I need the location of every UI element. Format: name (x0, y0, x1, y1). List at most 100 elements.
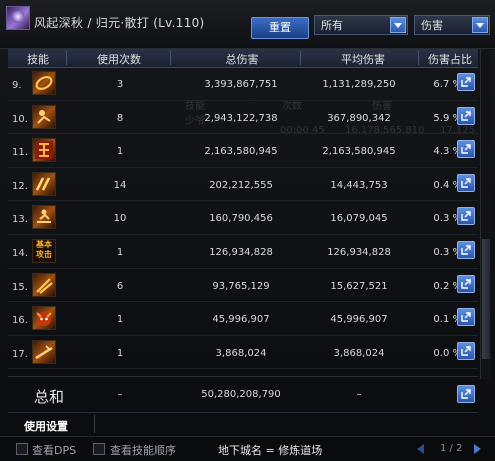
average-damage: 3,868,024 (333, 347, 385, 359)
total-damage: 202,212,555 (209, 179, 273, 191)
total-damage: 2,943,122,738 (204, 112, 278, 124)
metric-select-value: 伤害 (421, 19, 443, 32)
uses-count: 14 (113, 179, 127, 191)
export-icon (461, 389, 471, 399)
show-dps-label: 查看DPS (32, 444, 77, 457)
average-damage: 126,934,828 (327, 246, 391, 258)
scrollbar[interactable] (480, 49, 491, 379)
staff-strike-icon (32, 339, 56, 364)
show-order-label: 查看技能顺序 (110, 444, 176, 457)
average-damage: 15,627,521 (330, 280, 388, 292)
spin-kick-icon (32, 104, 56, 129)
claw-slash-icon (32, 272, 56, 297)
col-avg[interactable]: 平均伤害 (308, 51, 418, 67)
uses-count: 1 (116, 314, 124, 326)
table-row: 14. 基本 攻击 1 126,934,828 126,934,828 0.3 % (8, 235, 478, 269)
demon-face-icon (32, 306, 56, 331)
next-page-icon[interactable] (470, 442, 484, 456)
prev-page-icon[interactable] (414, 442, 428, 456)
dash-strike-icon (32, 171, 56, 196)
average-damage: 367,890,342 (327, 112, 391, 124)
export-icon (461, 77, 471, 87)
table-row: 17. 1 3,868,024 3,868,024 0.0 % (8, 336, 478, 370)
col-uses[interactable]: 使用次数 (84, 51, 154, 67)
share-button[interactable] (457, 274, 475, 293)
settings-button[interactable]: 使用设置 (24, 418, 68, 434)
skill-damage-table: 9. 3 3,393,867,751 1,131,289,250 6.7 % 10. 8 2,… (8, 67, 478, 370)
total-row: 总和 – 50,280,208,790 – (8, 376, 478, 411)
damage-share: 0.3 % (433, 213, 462, 225)
column-divider (418, 51, 419, 65)
export-icon (461, 144, 471, 154)
row-number: 14. (12, 247, 28, 259)
page-indicator: 1 / 2 (440, 443, 463, 454)
damage-share: 0.2 % (433, 280, 462, 292)
total-damage: 2,163,580,945 (204, 146, 278, 158)
total-damage: 45,996,907 (212, 314, 270, 326)
total-damage: 126,934,828 (209, 246, 273, 258)
row-number: 9. (12, 80, 22, 91)
uses-count: 6 (116, 280, 124, 292)
table-row: 16. 1 45,996,907 45,996,907 0.1 % (8, 302, 478, 336)
share-button[interactable] (457, 240, 475, 259)
show-dps-checkbox[interactable] (16, 443, 28, 455)
bolt-glyph-icon (32, 138, 56, 163)
row-number: 13. (12, 214, 28, 226)
share-button[interactable] (457, 106, 475, 125)
table-row: 11. 1 2,163,580,945 2,163,580,945 4.3 % (8, 134, 478, 168)
share-button[interactable] (457, 73, 475, 91)
chevron-down-icon (472, 17, 488, 33)
damage-share: 0.0 % (433, 347, 462, 359)
row-number: 17. (12, 348, 28, 360)
export-icon (461, 346, 471, 356)
reset-button[interactable]: 重置 (251, 17, 309, 39)
uses-count: 3 (116, 79, 124, 90)
uses-count: 1 (116, 347, 124, 359)
export-icon (461, 278, 471, 289)
table-row: 12. 14 202,212,555 14,443,753 0.4 % (8, 168, 478, 202)
scrollbar-thumb[interactable] (482, 239, 490, 359)
footer-bar: 查看DPS 查看技能顺序 地下城名 = 修炼道场 1 / 2 (0, 436, 495, 461)
metric-select[interactable]: 伤害 (414, 15, 490, 35)
filter-select[interactable]: 所有 (314, 15, 408, 35)
col-total[interactable]: 总伤害 (194, 51, 290, 67)
export-icon (461, 312, 471, 322)
table-row: 15. 6 93,765,129 15,627,521 0.2 % (8, 269, 478, 303)
average-damage: 2,163,580,945 (322, 146, 396, 158)
share-button[interactable] (457, 207, 475, 226)
column-headers: 技能 使用次数 总伤害 平均伤害 伤害占比 (8, 49, 478, 68)
table-row: 9. 3 3,393,867,751 1,131,289,250 6.7 % (8, 67, 478, 101)
basic-attack-icon: 基本 攻击 (32, 238, 56, 263)
table-row: 10. 8 2,943,122,738 367,890,342 5.9 % (8, 101, 478, 135)
share-button[interactable] (457, 385, 475, 403)
export-icon (461, 178, 471, 188)
settings-bar: 使用设置 (8, 412, 478, 435)
dungeon-name: 地下城名 = 修炼道场 (218, 444, 323, 457)
column-divider (300, 51, 301, 65)
chevron-down-icon (390, 17, 406, 33)
row-number: 11. (12, 147, 28, 159)
damage-share: 4.3 % (433, 146, 462, 158)
character-avatar-icon (6, 6, 30, 30)
damage-share: 0.3 % (433, 246, 462, 258)
damage-stats-panel: 技能 次数 伤害 少爷 00:00 45 16,178,565,810 17,1… (0, 0, 495, 461)
col-skill[interactable]: 技能 (18, 51, 58, 67)
table-row: 13. 10 160,790,456 16,079,045 0.3 % (8, 201, 478, 235)
share-button[interactable] (457, 308, 475, 327)
share-button[interactable] (457, 173, 475, 192)
average-damage: 1,131,289,250 (322, 79, 396, 90)
average-damage: 16,079,045 (330, 213, 388, 225)
share-button[interactable] (457, 341, 475, 360)
show-order-checkbox[interactable] (93, 443, 105, 455)
average-damage: 14,443,753 (330, 179, 388, 191)
total-share-wrap (8, 377, 478, 411)
col-pct[interactable]: 伤害占比 (420, 51, 480, 67)
uses-count: 10 (113, 213, 127, 225)
share-button[interactable] (457, 140, 475, 159)
export-icon (461, 110, 471, 121)
ring-slash-icon (32, 71, 56, 95)
row-number: 16. (12, 315, 28, 327)
sliding-kick-icon (32, 205, 56, 230)
row-number: 12. (12, 180, 28, 192)
row-number: 15. (12, 281, 28, 293)
